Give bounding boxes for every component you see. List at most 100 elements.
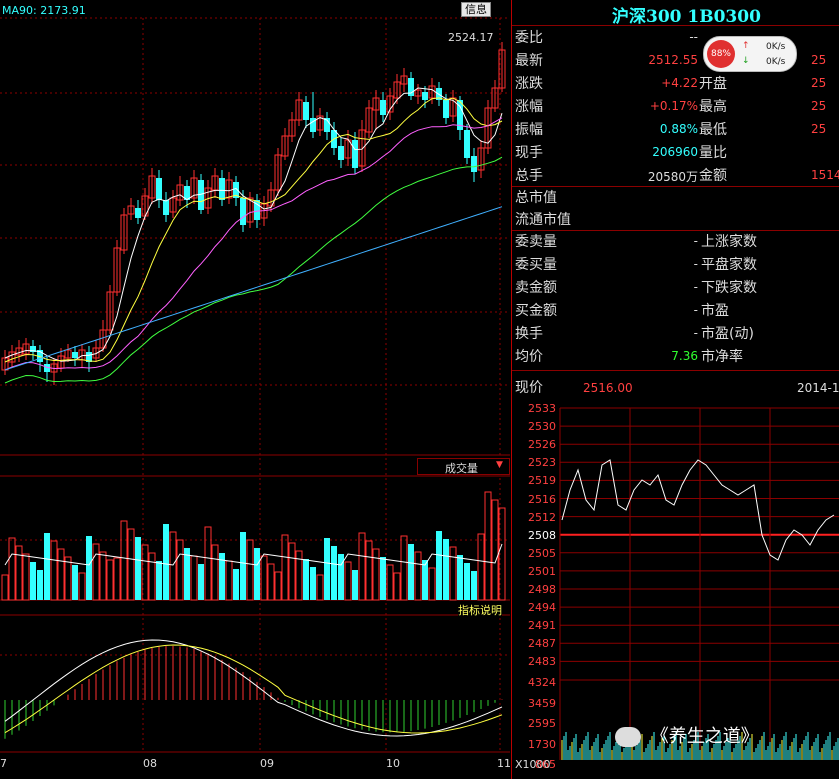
volume-bar — [310, 567, 316, 600]
volume-bar — [1, 574, 9, 601]
volume-bar — [414, 551, 422, 601]
volume-bar — [422, 560, 428, 600]
volume-bar — [471, 571, 477, 600]
stats-row: 买金额 - 市盈 — [515, 300, 839, 323]
volume-bar — [204, 526, 212, 601]
quote-value-2: 1514 — [811, 168, 839, 182]
stats-value: - — [693, 257, 698, 271]
quote-value-2: 25 — [811, 122, 827, 136]
quote-value: 2512.55 — [648, 53, 698, 67]
x-tick: 10 — [386, 757, 400, 770]
candle-body — [72, 352, 78, 358]
x-tick: 7 — [0, 757, 7, 770]
ma90-line — [4, 206, 503, 371]
kline-panel[interactable]: MA90: 2173.91 信息 2524.17 成交量 ▼ 指标说明 7 08… — [0, 0, 512, 779]
stats-row: 委买量 - 平盘家数 — [515, 254, 839, 277]
intraday-chart — [559, 407, 839, 760]
download-speed: 0K/s — [766, 57, 786, 67]
float-cap-label: 流通市值 — [515, 212, 571, 228]
volume-bar — [316, 574, 324, 601]
ma40-line — [4, 156, 503, 384]
volume-bar — [464, 563, 470, 600]
quote-label: 涨幅 — [515, 99, 543, 115]
quote-row: 涨跌 +4.22 开盘 25 — [515, 73, 839, 96]
quote-row: 现手 206960 量比 — [515, 142, 839, 165]
volume-bar — [233, 569, 239, 600]
stats-label: 委买量 — [515, 257, 557, 273]
volume-bar — [15, 545, 23, 601]
stats-label: 均价 — [515, 349, 543, 365]
quote-label: 涨跌 — [515, 76, 543, 92]
volume-bar — [225, 560, 233, 601]
stats-row: 换手 - 市盈(动) — [515, 323, 839, 346]
chevron-down-icon[interactable]: ▼ — [496, 460, 503, 470]
candle-body — [135, 208, 141, 218]
candle-body — [156, 178, 162, 200]
upload-speed: 0K/s — [766, 42, 786, 52]
volume-header[interactable]: 成交量 ▼ — [417, 458, 510, 475]
volume-bar — [163, 524, 169, 600]
arrow-up-icon: ↑ — [742, 41, 750, 51]
stats-value: - — [693, 303, 698, 317]
indicator-help-button[interactable]: 指标说明 — [458, 602, 502, 618]
stats-value: - — [693, 280, 698, 294]
volume-bar — [274, 571, 282, 601]
quote-label: 振幅 — [515, 122, 543, 138]
volume-bar — [380, 557, 386, 600]
volume-bar — [281, 534, 289, 601]
stats-label: 换手 — [515, 326, 543, 342]
volume-bar — [484, 491, 492, 601]
network-speed-widget[interactable]: 88% ↑ 0K/s ↓ 0K/s — [703, 36, 797, 72]
stats-label-right: 平盘家数 — [701, 257, 757, 273]
volume-bar — [169, 531, 177, 601]
volume-bar — [303, 559, 309, 600]
stats-row: 委卖量 - 上涨家数 — [515, 231, 839, 254]
stats-label-right: 下跌家数 — [701, 280, 757, 296]
volume-bar — [491, 499, 499, 601]
candle-body — [443, 100, 449, 118]
volume-bar — [344, 561, 352, 601]
quote-value: +0.17% — [649, 99, 698, 113]
quote-value: 20580万 — [647, 170, 698, 184]
volume-bar — [443, 539, 449, 600]
quote-row: 振幅 0.88% 最低 25 — [515, 119, 839, 142]
volume-bar — [135, 537, 141, 600]
volume-bar — [99, 551, 107, 601]
quote-row: 总手 20580万 金额 1514 — [515, 165, 839, 188]
quote-row: 涨幅 +0.17% 最高 25 — [515, 96, 839, 119]
candle-body — [471, 156, 477, 172]
ma5-line — [4, 87, 503, 362]
kline-chart — [0, 17, 510, 753]
market-cap-label: 总市值 — [515, 190, 557, 206]
volume-bar — [267, 563, 275, 601]
volume-bar — [120, 520, 128, 601]
volume-bar — [72, 565, 78, 600]
watermark-text: 《养生之道》 — [650, 726, 759, 747]
volume-bar — [358, 532, 366, 601]
stats-label-right: 上涨家数 — [701, 234, 757, 250]
volume-bar — [254, 548, 260, 600]
volume-bar — [408, 544, 414, 600]
quote-value: 206960 — [652, 145, 698, 159]
quote-value-2: 25 — [811, 76, 827, 90]
stats-value: - — [693, 326, 698, 340]
candle-body — [352, 140, 358, 168]
volume-bar — [288, 542, 296, 601]
quote-label-2: 最高 — [699, 99, 727, 115]
volume-bar — [198, 564, 204, 600]
ma20-line — [4, 117, 503, 371]
candle-body — [338, 146, 344, 160]
volume-bar — [260, 555, 268, 601]
volume-bar — [30, 562, 36, 600]
quote-label-2: 量比 — [699, 145, 727, 161]
cpu-percent-badge: 88% — [707, 40, 735, 68]
stats-label: 委卖量 — [515, 234, 557, 250]
candle-body — [464, 130, 470, 158]
volume-bar — [113, 557, 121, 601]
ma10-line — [4, 97, 503, 363]
volume-bar — [393, 572, 401, 601]
stats-row: 均价 7.36 市净率 — [515, 346, 839, 369]
quote-label: 最新 — [515, 53, 543, 69]
quote-value-2: 25 — [811, 99, 827, 113]
quote-value: -- — [689, 30, 698, 44]
